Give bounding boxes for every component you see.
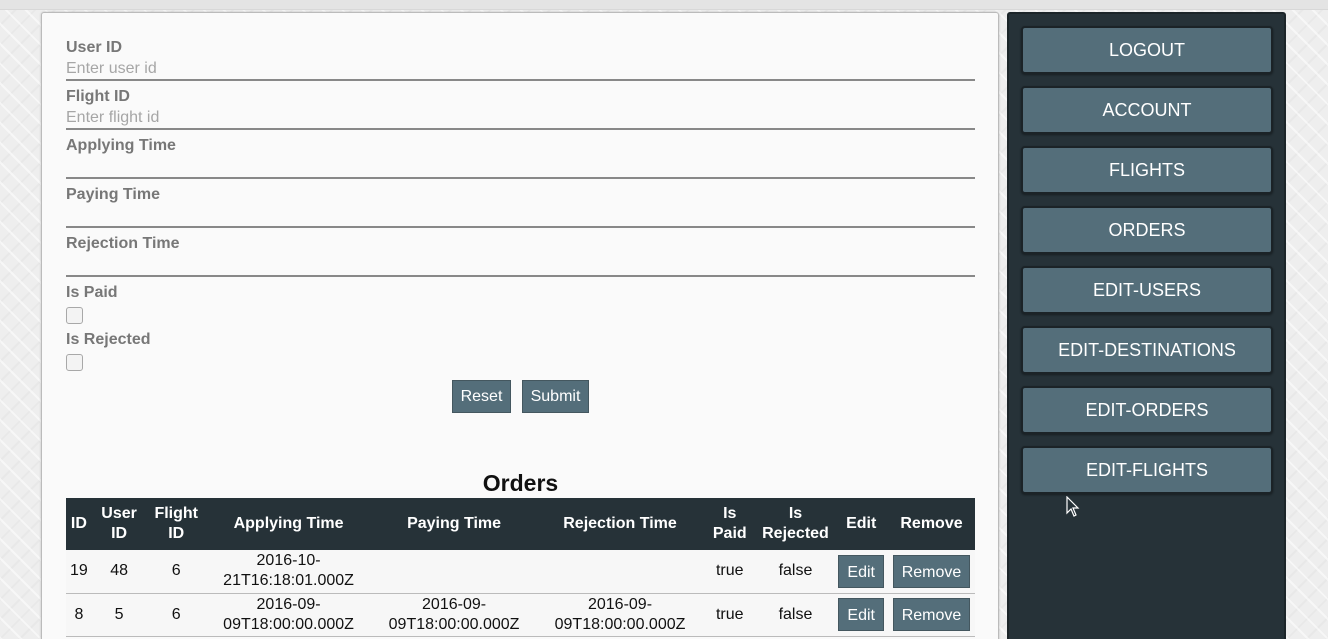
col-header-is-paid: Is Paid (703, 498, 757, 550)
paying-time-field: Paying Time (66, 185, 975, 228)
cell-id: 8 (66, 593, 92, 637)
cell-rejection-time: 2016-09-09T18:00:00.000Z (537, 593, 703, 637)
orders-table-title: Orders (482, 470, 559, 496)
rejection-time-field: Rejection Time (66, 234, 975, 277)
is-rejected-checkbox[interactable] (66, 354, 83, 371)
mouse-cursor-icon (1066, 496, 1080, 517)
cell-is-paid: true (703, 593, 757, 637)
user-id-input[interactable] (66, 58, 975, 81)
remove-button[interactable]: Remove (892, 554, 971, 588)
cell-is-rejected: false (756, 593, 835, 637)
applying-time-field: Applying Time (66, 136, 975, 179)
is-rejected-label: Is Rejected (66, 331, 151, 348)
flight-id-label: Flight ID (66, 88, 130, 105)
rejection-time-label: Rejection Time (66, 235, 180, 252)
edit-button[interactable]: Edit (838, 598, 884, 631)
account-button[interactable]: ACCOUNT (1021, 86, 1273, 134)
rejection-time-input[interactable] (66, 254, 975, 277)
cell-paying-time: 2016-09-09T18:00:00.000Z (371, 593, 538, 637)
applying-time-label: Applying Time (66, 137, 176, 154)
applying-time-input[interactable] (66, 156, 975, 179)
flights-button[interactable]: FLIGHTS (1021, 146, 1273, 194)
order-form-panel: User ID Flight ID Applying Time Paying T… (41, 12, 999, 639)
cell-flight-id: 6 (146, 593, 207, 637)
cell-user-id: 48 (91, 550, 147, 594)
navigation-sidebar: LOGOUT ACCOUNT FLIGHTS ORDERS EDIT-USERS… (1007, 12, 1286, 639)
cell-flight-id: 6 (146, 550, 207, 594)
edit-users-button[interactable]: EDIT-USERS (1021, 266, 1273, 314)
col-header-rejection-time: Rejection Time (537, 498, 703, 550)
paying-time-input[interactable] (66, 205, 975, 228)
cell-remove: Remove (888, 593, 975, 637)
cell-remove: Remove (888, 550, 975, 594)
cell-user-id: 5 (91, 593, 147, 637)
paying-time-label: Paying Time (66, 186, 160, 203)
cell-is-rejected: false (756, 550, 835, 594)
remove-button[interactable]: Remove (892, 598, 971, 631)
orders-header-row: ID User ID Flight ID Applying Time Payin… (66, 498, 975, 550)
is-paid-label: Is Paid (66, 284, 118, 301)
edit-button[interactable]: Edit (838, 554, 884, 588)
edit-flights-button[interactable]: EDIT-FLIGHTS (1021, 446, 1273, 494)
is-paid-checkbox[interactable] (66, 307, 83, 324)
user-id-label: User ID (66, 39, 123, 56)
cell-paying-time (371, 550, 538, 594)
col-header-id: ID (66, 498, 92, 550)
col-header-paying-time: Paying Time (371, 498, 538, 550)
col-header-is-rejected: Is Rejected (756, 498, 835, 550)
user-id-field: User ID (66, 38, 975, 81)
cell-rejection-time (537, 550, 703, 594)
logout-button[interactable]: LOGOUT (1021, 26, 1273, 74)
flight-id-input[interactable] (66, 107, 975, 130)
col-header-applying-time: Applying Time (206, 498, 372, 550)
cell-edit: Edit (834, 593, 888, 637)
col-header-flight-id: Flight ID (146, 498, 207, 550)
edit-orders-button[interactable]: EDIT-ORDERS (1021, 386, 1273, 434)
cell-edit: Edit (834, 550, 888, 594)
cell-applying-time: 2016-10-21T16:18:01.000Z (206, 550, 372, 594)
reset-button[interactable]: Reset (452, 380, 511, 413)
col-header-user-id: User ID (91, 498, 147, 550)
orders-button[interactable]: ORDERS (1021, 206, 1273, 254)
edit-destinations-button[interactable]: EDIT-DESTINATIONS (1021, 326, 1273, 374)
orders-table: ID User ID Flight ID Applying Time Payin… (66, 498, 975, 637)
flight-id-field: Flight ID (66, 87, 975, 130)
cell-applying-time: 2016-09-09T18:00:00.000Z (206, 593, 372, 637)
cell-id: 19 (66, 550, 92, 594)
table-row: 19 48 6 2016-10-21T16:18:01.000Z true fa… (66, 550, 975, 594)
cell-is-paid: true (703, 550, 757, 594)
col-header-edit: Edit (834, 498, 888, 550)
submit-button[interactable]: Submit (522, 380, 589, 413)
top-strip (0, 0, 1328, 10)
table-row: 8 5 6 2016-09-09T18:00:00.000Z 2016-09-0… (66, 593, 975, 637)
col-header-remove: Remove (888, 498, 975, 550)
